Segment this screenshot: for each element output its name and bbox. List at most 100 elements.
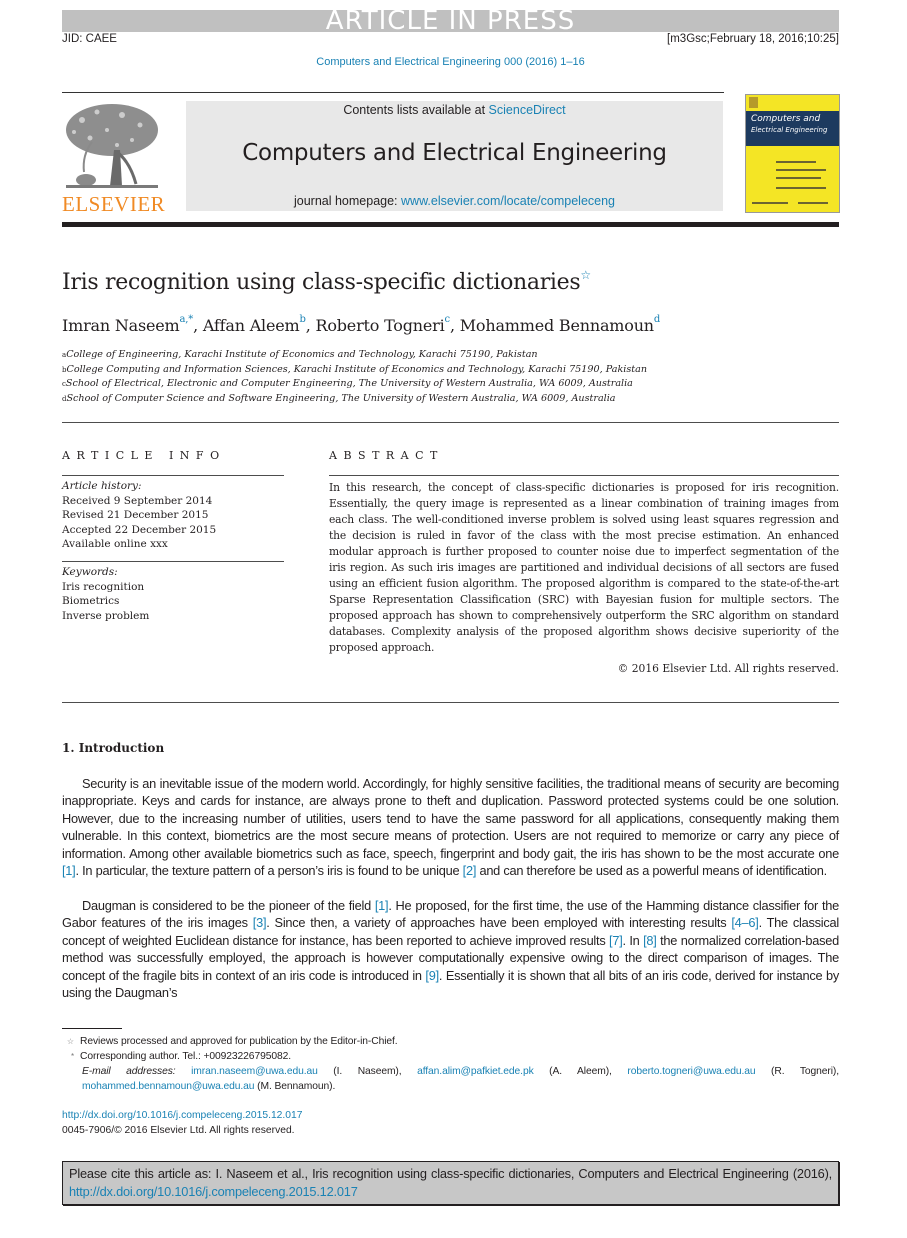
doi-link[interactable]: http://dx.doi.org/10.1016/j.compeleceng.… [62,1108,302,1123]
author-name[interactable]: Mohammed Bennamoun [460,316,654,335]
affiliation-text: School of Computer Science and Software … [66,392,616,404]
author-name[interactable]: Imran Naseem [62,316,180,335]
journal-title: Computers and Electrical Engineering [242,140,667,166]
author-affiliation-mark[interactable]: b [300,314,306,325]
abstract-copyright: © 2016 Elsevier Ltd. All rights reserved… [617,662,839,675]
author-separator: , [193,316,203,335]
citation-prefix: Please cite this article as: I. Naseem e… [69,1166,832,1181]
footnote-corresponding: * Corresponding author. Tel.: +0092322679… [62,1049,839,1064]
paragraph-text: . Since then, a variety of approaches ha… [266,915,732,931]
issn-line: 0045-7906/© 2016 Elsevier Ltd. All right… [62,1125,295,1136]
paragraph-text: Security is an inevitable issue of the m… [62,776,839,861]
author-affiliation-mark[interactable]: c [445,314,451,325]
author-name[interactable]: Affan Aleem [203,316,300,335]
tree-icon [66,104,158,188]
footnote-rule [62,1028,122,1029]
article-info-heading: ARTICLE INFO [62,449,226,462]
email-owner: (A. Aleem), [533,1066,628,1077]
footnote-corresponding-text: Corresponding author. Tel.: +00923226795… [80,1051,291,1062]
email-label: E-mail addresses: [82,1066,192,1077]
abstract-heading: ABSTRACT [329,449,444,462]
citation-ref-link[interactable]: [2] [463,863,477,878]
email-link[interactable]: mohammed.bennamoun@uwa.edu.au [82,1081,255,1092]
footnote-star: ☆ Reviews processed and approved for publ… [62,1034,839,1049]
homepage-prefix: journal homepage: [293,194,402,208]
affiliation-text: School of Electrical, Electronic and Com… [65,378,633,389]
footnote-star-icon: ☆ [66,1037,74,1046]
affiliation-list: aCollege of Engineering, Karachi Institu… [62,348,647,406]
timestamp-stamp: [m3Gsc;February 18, 2016;10:25] [667,33,839,45]
footnote-star-text: Reviews processed and approved for publi… [80,1036,398,1047]
doi-block: http://dx.doi.org/10.1016/j.compeleceng.… [62,1108,302,1138]
affiliation-item: dSchool of Computer Science and Software… [62,392,647,407]
citation-doi-link[interactable]: http://dx.doi.org/10.1016/j.compeleceng.… [69,1184,358,1199]
cover-elsevier-icon [749,97,758,108]
contents-prefix: Contents lists available at [343,103,489,117]
journal-id: JID: CAEE [62,33,117,45]
header-thick-rule [62,222,839,227]
journal-homepage-link[interactable]: www.elsevier.com/locate/compeleceng [401,194,615,208]
email-link[interactable]: affan.alim@pafkiet.ede.pk [417,1066,534,1077]
cover-title-line2: Electrical Engineering [751,126,828,134]
history-item: Available online xxx [62,538,168,550]
article-info-rule [62,475,284,476]
history-label: Article history: [62,480,142,492]
affiliation-item: bCollege Computing and Information Scien… [62,363,647,378]
citation-ref-link[interactable]: [4–6] [731,915,758,930]
author-affiliation-mark[interactable]: d [654,314,660,325]
cover-text-line [752,202,788,204]
header-top-rule [62,92,724,93]
cover-text-line [776,161,816,163]
author-affiliation-mark[interactable]: a,* [180,314,194,325]
footnote-emails: E-mail addresses: imran.naseem@uwa.edu.a… [62,1064,839,1094]
author-list: Imran Naseema,*, Affan Aleemb, Roberto T… [62,314,660,335]
keyword-item: Inverse problem [62,609,150,622]
journal-cover-thumbnail[interactable]: Computers and Electrical Engineering [745,94,840,213]
history-item: Accepted 22 December 2015 [62,523,217,536]
citation-ref-link[interactable]: [1] [375,898,389,913]
history-item: Received 9 September 2014 [62,494,213,507]
section-rule [62,422,839,423]
footnote-asterisk-icon: * [70,1052,74,1061]
email-owner: (I. Naseem), [317,1066,418,1077]
email-link[interactable]: imran.naseem@uwa.edu.au [191,1066,318,1077]
journal-reference-link[interactable]: Computers and Electrical Engineering 000… [62,56,839,68]
affiliation-item: aCollege of Engineering, Karachi Institu… [62,348,647,363]
email-link[interactable]: roberto.togneri@uwa.edu.au [627,1066,755,1077]
citation-ref-link[interactable]: [8] [643,933,657,948]
author-name[interactable]: Roberto Togneri [315,316,444,335]
paragraph-text: Daugman is considered to be the pioneer … [82,898,375,913]
citation-box: Please cite this article as: I. Naseem e… [62,1161,839,1205]
introduction-heading: 1. Introduction [62,741,165,755]
affiliation-item: cSchool of Electrical, Electronic and Co… [62,377,647,392]
cover-text-line [776,169,826,171]
cover-top-strip [746,95,839,109]
citation-ref-link[interactable]: [7] [609,933,623,948]
elsevier-wordmark[interactable]: ELSEVIER [62,192,165,217]
section-rule [62,702,839,703]
title-footnote-star-icon[interactable]: ☆ [580,268,591,282]
abstract-text: In this research, the concept of class-s… [329,481,839,654]
citation-ref-link[interactable]: [3] [253,915,267,930]
citation-ref-link[interactable]: [9] [425,968,439,983]
introduction-paragraph-1: Security is an inevitable issue of the m… [62,775,839,879]
cover-title-line1: Computers and [751,114,821,124]
email-owner: (M. Bennamoun). [254,1081,336,1092]
cover-text-line [776,187,826,189]
citation-ref-link[interactable]: [1] [62,863,76,878]
keywords-label: Keywords: [62,566,118,578]
abstract-rule [329,475,839,476]
cover-text-line [798,202,828,204]
article-history: Article history: Received 9 September 20… [62,479,216,552]
paragraph-text: . In [622,932,644,948]
affiliation-text: College of Engineering, Karachi Institut… [66,349,538,360]
keywords-list: Keywords: Iris recognition Biometrics In… [62,565,149,623]
footnotes: ☆ Reviews processed and approved for publ… [62,1034,839,1094]
citation-text: Please cite this article as: I. Naseem e… [69,1165,832,1201]
article-title-text: Iris recognition using class-specific di… [62,270,581,295]
sciencedirect-link[interactable]: ScienceDirect [489,103,566,117]
email-owner: (R. Togneri), [755,1066,839,1077]
cover-text-line [776,177,821,179]
article-title: Iris recognition using class-specific di… [62,268,591,295]
keywords-rule [62,561,284,562]
